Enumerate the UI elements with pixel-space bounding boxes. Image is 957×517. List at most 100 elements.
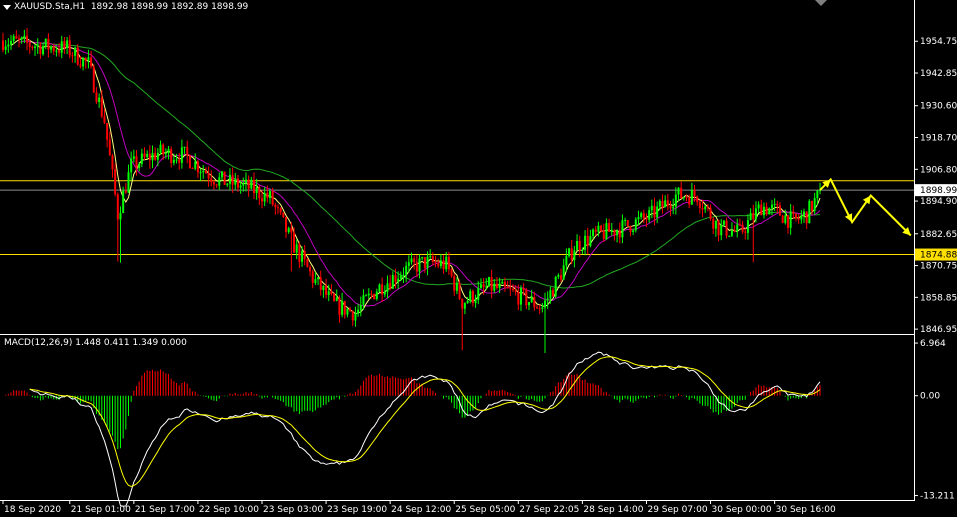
candle-body bbox=[517, 291, 520, 305]
candle-body bbox=[570, 248, 573, 261]
candle-body bbox=[746, 220, 749, 233]
candle-body bbox=[760, 204, 763, 216]
candle-body bbox=[79, 64, 82, 67]
candle-body bbox=[351, 311, 354, 321]
candle-body bbox=[709, 207, 712, 220]
candle-body bbox=[421, 257, 424, 259]
candle-body bbox=[584, 235, 587, 250]
candle-body bbox=[498, 283, 501, 289]
candle-body bbox=[562, 265, 565, 280]
time-tick-label: 30 Sep 00:00 bbox=[712, 505, 772, 515]
candle-body bbox=[130, 158, 133, 173]
forecast-path bbox=[819, 177, 912, 237]
candle-body bbox=[330, 291, 333, 294]
candle-body bbox=[605, 223, 608, 240]
candle-body bbox=[4, 46, 7, 50]
candle-body bbox=[666, 200, 669, 206]
candle-body bbox=[544, 300, 547, 308]
candle-body bbox=[413, 258, 416, 263]
candle-body bbox=[808, 200, 811, 224]
candle-body bbox=[733, 230, 736, 232]
time-tick-label: 21 Sep 17:00 bbox=[135, 505, 195, 515]
candle-body bbox=[399, 275, 402, 279]
candle-body bbox=[762, 206, 765, 216]
candle-body bbox=[613, 229, 616, 236]
candle-body bbox=[359, 304, 362, 310]
candle-body bbox=[525, 290, 528, 306]
candle-body bbox=[642, 213, 645, 219]
candle-body bbox=[493, 283, 496, 291]
candle-body bbox=[228, 174, 231, 184]
candle-body bbox=[479, 284, 482, 288]
candle-body bbox=[415, 262, 418, 272]
candle-body bbox=[188, 155, 191, 169]
candle-body bbox=[418, 258, 421, 272]
current-price-label: 1898.99 bbox=[920, 186, 957, 196]
candle-body bbox=[100, 97, 103, 117]
candle-body bbox=[295, 244, 298, 253]
price-tick-label: 1858.85 bbox=[920, 293, 957, 303]
candle-body bbox=[389, 283, 392, 289]
candle-body bbox=[341, 301, 344, 315]
candle-body bbox=[576, 240, 579, 251]
candle-body bbox=[90, 57, 93, 67]
candle-body bbox=[383, 291, 386, 295]
candle-body bbox=[714, 220, 717, 229]
candle-body bbox=[616, 230, 619, 236]
candle-body bbox=[538, 308, 541, 310]
candle-body bbox=[706, 206, 709, 208]
candle-body bbox=[637, 217, 640, 220]
candle-body bbox=[244, 179, 247, 184]
candle-body bbox=[60, 41, 63, 53]
candle-body bbox=[664, 200, 667, 208]
candle-body bbox=[402, 274, 405, 276]
candle-body bbox=[744, 231, 747, 233]
candle-body bbox=[36, 44, 39, 47]
candle-body bbox=[597, 225, 600, 232]
candle-body bbox=[242, 183, 245, 186]
candle-body bbox=[12, 36, 15, 41]
dropdown-triangle-icon[interactable] bbox=[3, 5, 11, 10]
candle-body bbox=[677, 187, 680, 195]
candle-body bbox=[554, 276, 557, 297]
candle-body bbox=[343, 301, 346, 315]
macd-tick-label: -13.211 bbox=[920, 492, 955, 502]
candle-body bbox=[736, 224, 739, 232]
candle-body bbox=[127, 172, 130, 193]
candle-body bbox=[527, 302, 530, 306]
candle-body bbox=[634, 219, 637, 231]
price-tick-label: 1918.70 bbox=[920, 134, 957, 144]
candle-body bbox=[672, 206, 675, 209]
candle-body bbox=[682, 197, 685, 199]
candle-body bbox=[202, 170, 205, 173]
candle-body bbox=[447, 256, 450, 270]
candle-body bbox=[220, 171, 223, 178]
candle-body bbox=[269, 191, 271, 198]
time-tick-label: 29 Sep 07:00 bbox=[647, 505, 707, 515]
candle-body bbox=[803, 211, 805, 216]
candle-body bbox=[357, 309, 360, 314]
candle-body bbox=[469, 291, 472, 301]
chart-shift-marker-icon bbox=[815, 0, 827, 6]
candle-body bbox=[786, 215, 789, 228]
candle-body bbox=[381, 284, 384, 295]
candle-body bbox=[367, 293, 370, 296]
candle-body bbox=[391, 275, 394, 289]
candle-body bbox=[784, 215, 787, 223]
price-tick-label: 1870.75 bbox=[920, 262, 957, 272]
macd-main-line bbox=[29, 351, 821, 507]
macd-header: MACD(12,26,9) 1.448 0.411 1.349 0.000 bbox=[4, 338, 187, 348]
candle-body bbox=[266, 192, 269, 198]
candle-body bbox=[199, 172, 202, 174]
candle-body bbox=[279, 208, 282, 213]
candle-body bbox=[445, 256, 448, 270]
price-tick-label: 1846.95 bbox=[920, 325, 957, 335]
candle-body bbox=[63, 41, 66, 49]
candle-body bbox=[602, 230, 605, 240]
candle-body bbox=[66, 40, 69, 49]
candle-body bbox=[210, 178, 213, 182]
time-tick-label: 23 Sep 03:00 bbox=[263, 505, 323, 515]
candle-body bbox=[407, 262, 410, 266]
chart-canvas[interactable]: 1954.75 1942.85 1930.60 1918.70 1906.80 1894.… bbox=[0, 0, 957, 517]
candle-body bbox=[7, 44, 10, 47]
